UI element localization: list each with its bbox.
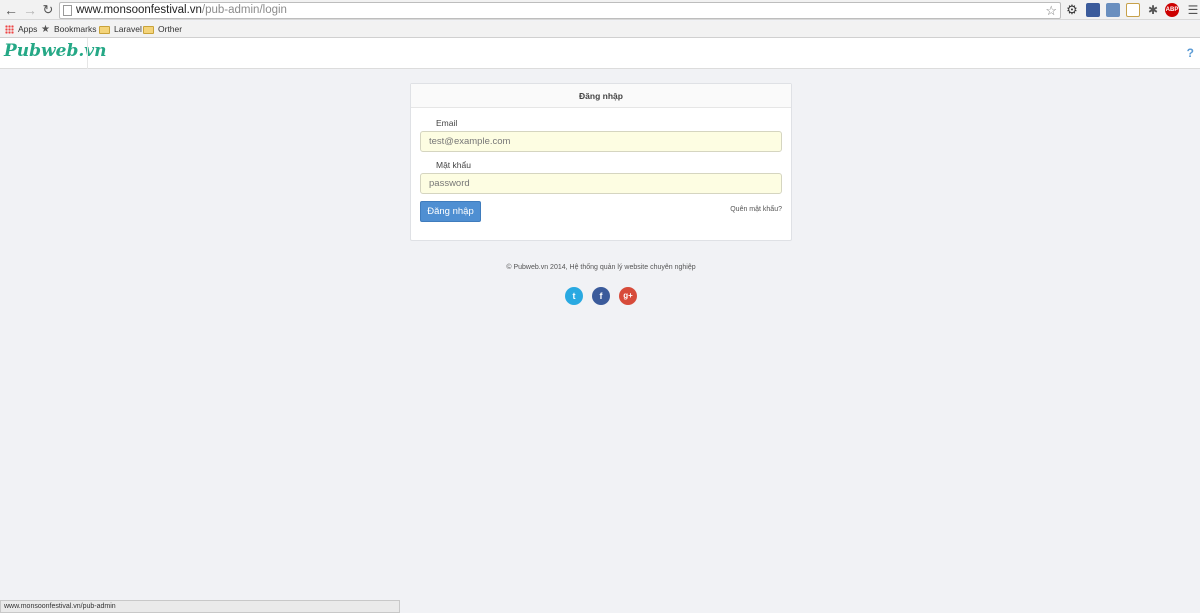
facebook-icon[interactable]: f	[592, 287, 610, 305]
bookmark-orther[interactable]: Orther	[143, 23, 182, 36]
login-title: Đăng nhập	[411, 84, 791, 108]
site-header: Pubweb.vn ?	[0, 38, 1200, 69]
bookmark-label: Orther	[158, 24, 183, 34]
bookmark-label: Apps	[18, 24, 38, 34]
star-icon: ★	[41, 24, 50, 35]
bookmark-apps[interactable]: Apps	[5, 23, 37, 36]
url-path: /pub-admin/login	[201, 4, 287, 16]
email-label: Email	[436, 118, 458, 128]
browser-toolbar: ← → ↻ www.monsoonfestival.vn/pub-admin/l…	[0, 0, 1200, 20]
extension-icon[interactable]	[1086, 3, 1100, 17]
bookmarks-bar: Apps ★ Bookmarks Laravel Orther	[0, 21, 1200, 38]
email-field[interactable]	[420, 131, 782, 152]
password-label: Mật khẩu	[436, 160, 471, 170]
bookmark-bookmarks[interactable]: ★ Bookmarks	[41, 23, 96, 36]
address-bar[interactable]: www.monsoonfestival.vn/pub-admin/login ☆	[59, 2, 1061, 19]
bookmark-label: Bookmarks	[53, 24, 97, 34]
reload-icon[interactable]: ↻	[40, 2, 56, 18]
twitter-icon[interactable]: t	[565, 287, 583, 305]
forgot-password-link[interactable]: Quên mật khẩu?	[730, 206, 782, 213]
folder-icon	[99, 25, 110, 34]
footer-copyright: © Pubweb.vn 2014, Hệ thống quản lý websi…	[506, 264, 696, 271]
help-icon[interactable]: ?	[1187, 46, 1194, 60]
folder-icon	[143, 25, 154, 34]
google-plus-icon[interactable]: g+	[619, 287, 637, 305]
spark-extension-icon[interactable]: ✱	[1146, 3, 1160, 17]
menu-icon[interactable]: ☰	[1186, 3, 1200, 17]
status-bar-url: www.monsoonfestival.vn/pub-admin	[0, 600, 400, 613]
brand-logo[interactable]: Pubweb.vn	[4, 41, 107, 61]
url-host: www.monsoonfestival.vn	[76, 4, 202, 16]
bookmark-star-icon[interactable]: ☆	[1045, 3, 1057, 18]
settings-gear-icon[interactable]: ⚙	[1065, 3, 1079, 17]
bookmark-label: Laravel	[114, 24, 142, 34]
bookmark-laravel[interactable]: Laravel	[99, 23, 142, 36]
page-icon	[63, 5, 72, 16]
header-divider	[87, 38, 88, 69]
forward-icon[interactable]: →	[22, 2, 38, 18]
login-button[interactable]: Đăng nhập	[420, 201, 481, 222]
adblock-icon[interactable]: ABP	[1165, 3, 1179, 17]
apps-grid-icon	[5, 25, 14, 34]
password-field[interactable]	[420, 173, 782, 194]
back-icon[interactable]: ←	[3, 2, 19, 18]
login-panel: Đăng nhập Email Mật khẩu Đăng nhập Quên …	[410, 83, 792, 241]
image-extension-icon[interactable]	[1106, 3, 1120, 17]
notes-extension-icon[interactable]	[1126, 3, 1140, 17]
